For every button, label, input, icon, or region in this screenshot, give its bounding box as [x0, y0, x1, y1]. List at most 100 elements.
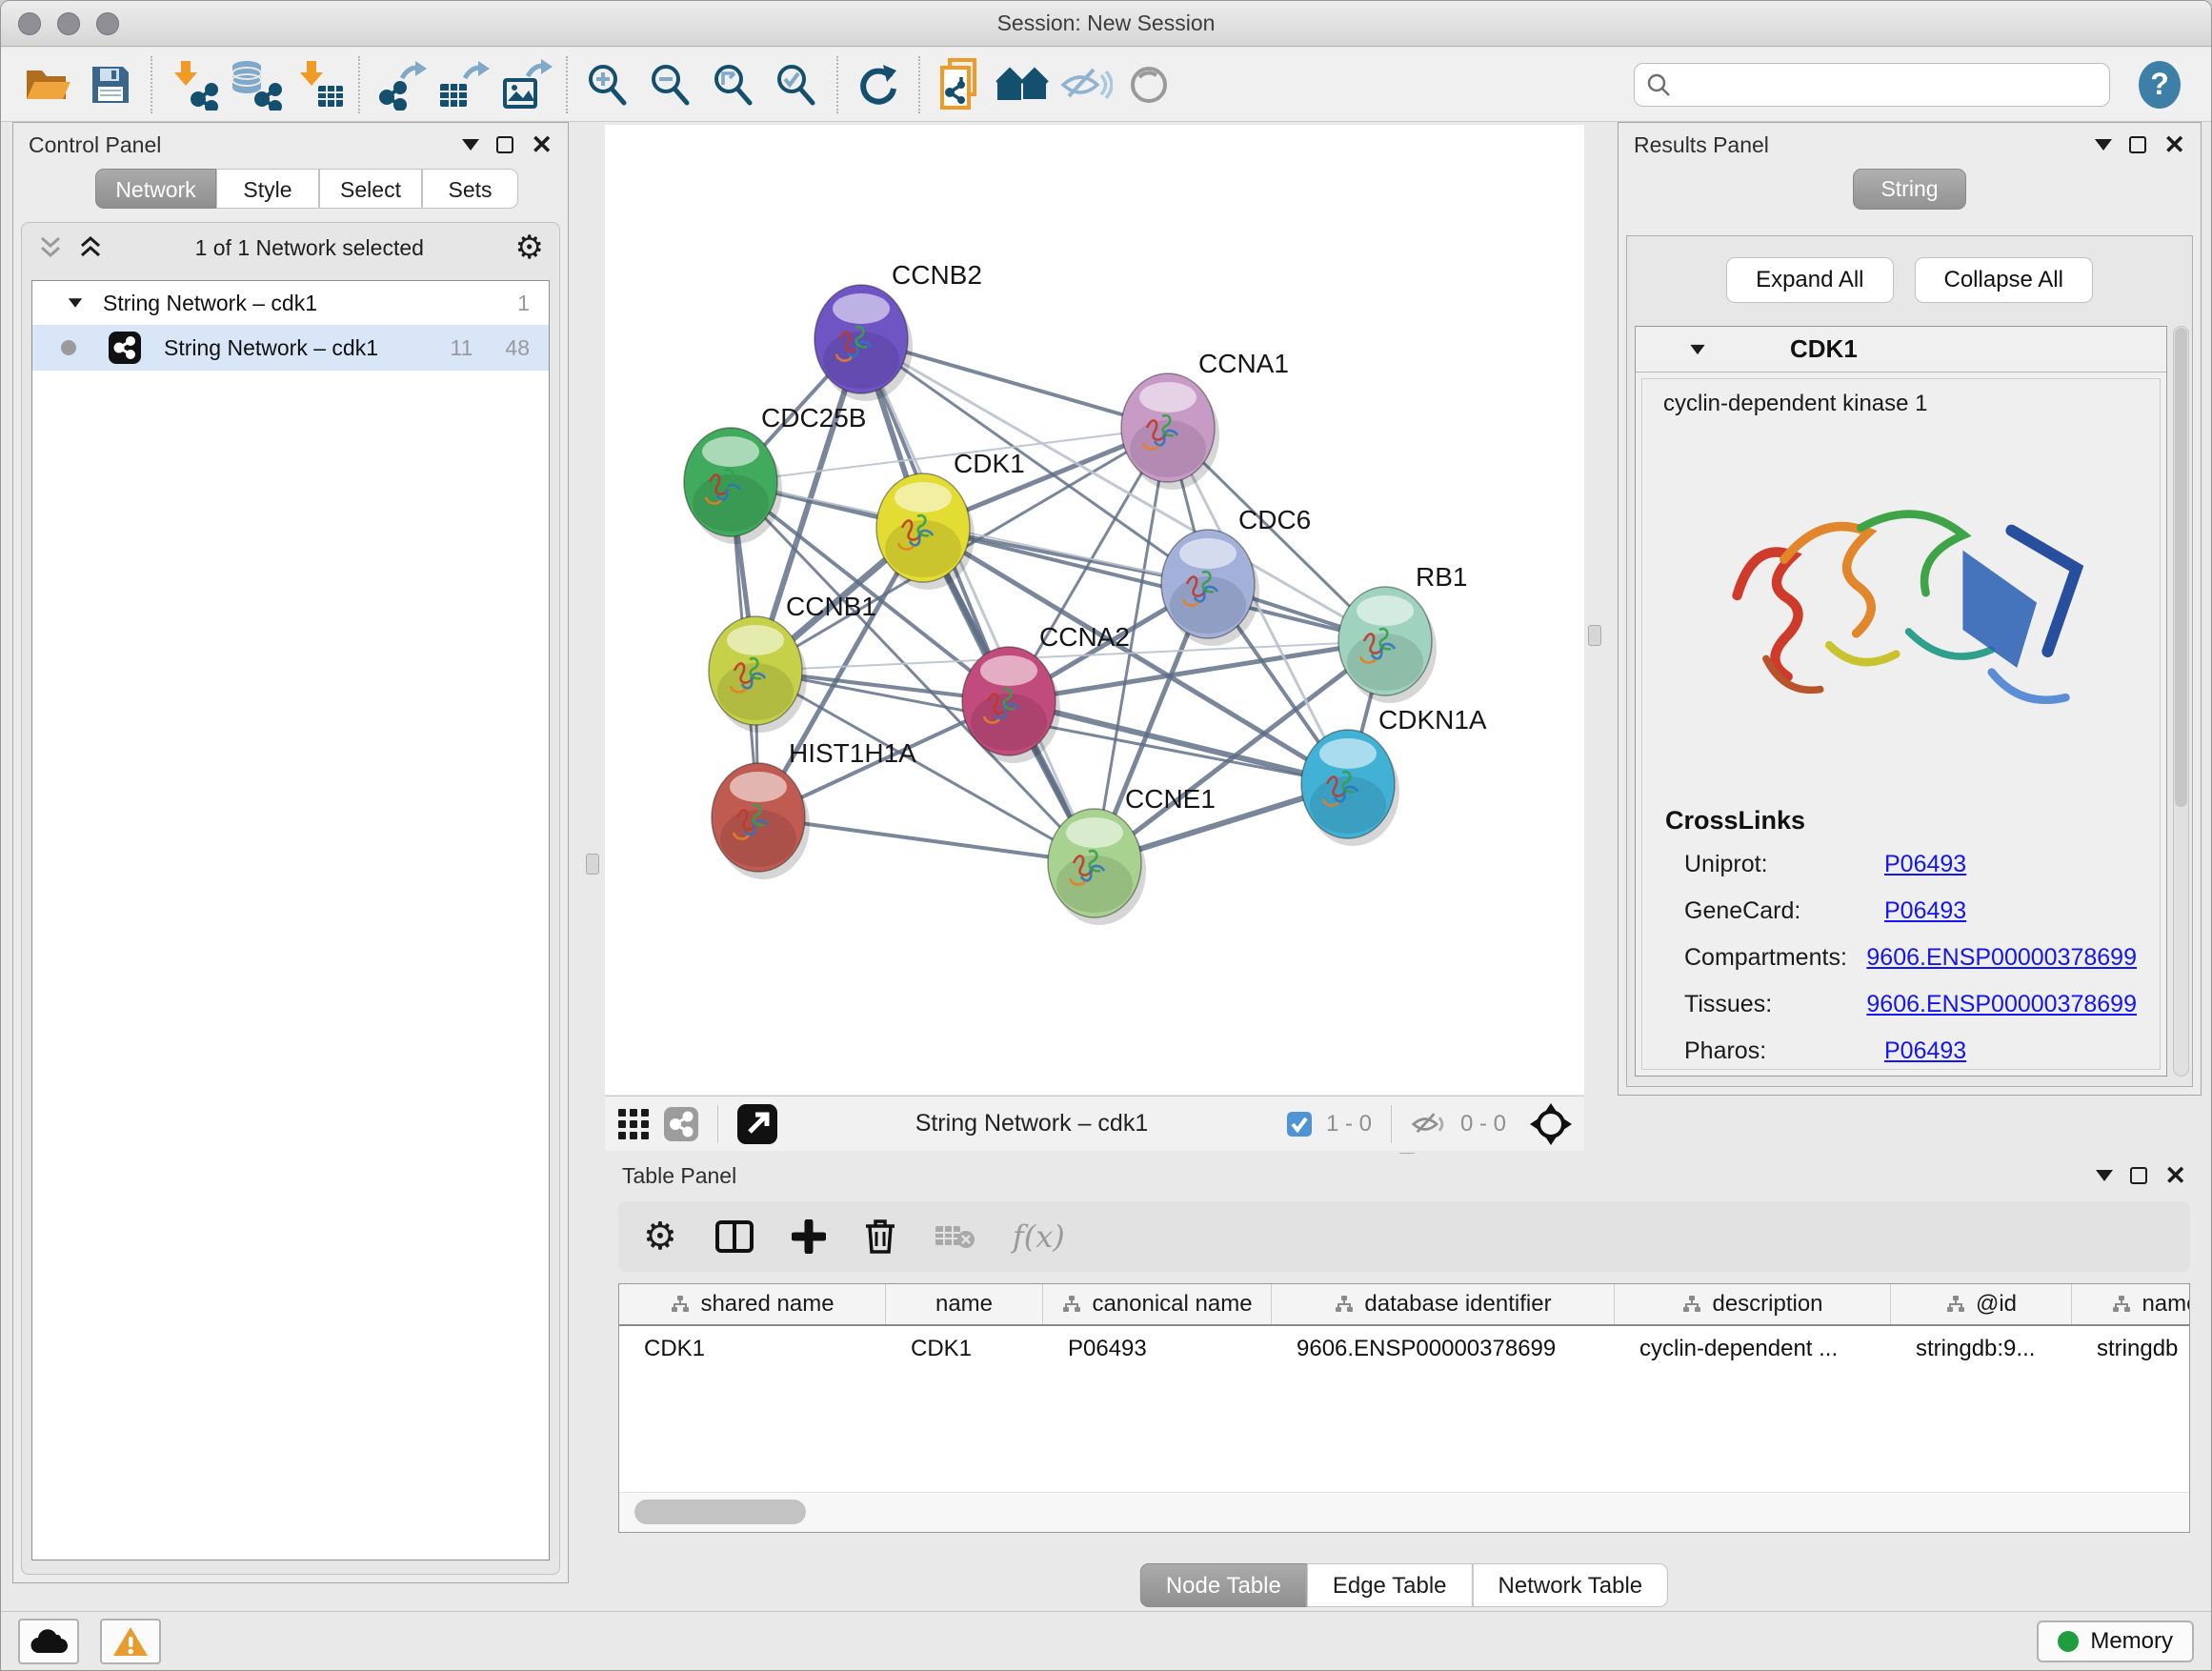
- network-node-CCNE1[interactable]: CCNE1: [1048, 784, 1216, 925]
- crosslink-link[interactable]: P06493: [1884, 1037, 1966, 1065]
- results-scrollbar-thumb[interactable]: [2175, 328, 2187, 807]
- table-cell[interactable]: stringdb:9...: [1891, 1336, 2072, 1362]
- grid-view-icon[interactable]: [616, 1107, 651, 1141]
- network-node-CCNA1[interactable]: CCNA1: [1121, 349, 1289, 490]
- network-node-CCNA2[interactable]: CCNA2: [962, 622, 1130, 763]
- delete-column-trash-icon[interactable]: [864, 1218, 896, 1255]
- export-table-button[interactable]: [432, 54, 494, 115]
- search-input[interactable]: [1680, 72, 2098, 97]
- tab-select[interactable]: Select: [319, 169, 422, 209]
- graphics-details-button[interactable]: [1055, 54, 1117, 115]
- tab-style[interactable]: Style: [216, 169, 319, 209]
- panel-menu-icon[interactable]: [2095, 139, 2112, 151]
- tab-network[interactable]: Network: [95, 169, 216, 209]
- close-panel-icon[interactable]: ✕: [531, 132, 553, 158]
- export-image-button[interactable]: [494, 54, 557, 115]
- close-panel-icon[interactable]: ✕: [2164, 1163, 2186, 1189]
- network-options-gear-icon[interactable]: ⚙: [515, 232, 544, 264]
- close-panel-icon[interactable]: ✕: [2163, 132, 2185, 158]
- tab-network-table[interactable]: Network Table: [1473, 1563, 1669, 1607]
- column-header-namespace[interactable]: namespace: [2072, 1284, 2190, 1324]
- crosslink-link[interactable]: P06493: [1884, 851, 1966, 878]
- warning-icon: [111, 1625, 150, 1658]
- zoom-fit-button[interactable]: [702, 54, 765, 115]
- collapse-all-networks-icon[interactable]: [77, 235, 104, 260]
- column-header-canonical-name[interactable]: canonical name: [1043, 1284, 1272, 1324]
- open-session-button[interactable]: [16, 54, 79, 115]
- panel-menu-icon[interactable]: [462, 139, 479, 151]
- tab-sets[interactable]: Sets: [422, 169, 518, 209]
- cloud-button[interactable]: [18, 1619, 79, 1664]
- column-header-database-identifier[interactable]: database identifier: [1272, 1284, 1615, 1324]
- right-splitter-handle[interactable]: [1588, 625, 1601, 646]
- expand-all-button[interactable]: Expand All: [1726, 257, 1893, 303]
- table-cell[interactable]: stringdb: [2072, 1336, 2190, 1362]
- table-cell[interactable]: P06493: [1043, 1336, 1272, 1362]
- create-column-plus-icon[interactable]: [792, 1219, 826, 1254]
- import-network-file-button[interactable]: [161, 54, 224, 115]
- expand-all-networks-icon[interactable]: [37, 235, 64, 260]
- save-session-button[interactable]: [79, 54, 142, 115]
- float-panel-icon[interactable]: [2129, 136, 2146, 153]
- warnings-button[interactable]: [100, 1619, 161, 1664]
- show-columns-icon[interactable]: [715, 1220, 754, 1253]
- memory-button[interactable]: Memory: [2037, 1621, 2194, 1662]
- column-header-shared-name[interactable]: shared name: [619, 1284, 886, 1324]
- network-view-mode-icon[interactable]: [664, 1107, 698, 1141]
- birdseye-toggle-button[interactable]: [1117, 54, 1180, 115]
- network-node-CDC25B[interactable]: CDC25B: [684, 403, 866, 544]
- table-hscroll-track[interactable]: [619, 1492, 2189, 1532]
- results-scrollbar[interactable]: [2173, 326, 2189, 1077]
- tab-string[interactable]: String: [1853, 169, 1965, 210]
- birdseye-crosshair-icon[interactable]: [1529, 1102, 1573, 1146]
- selected-checkbox-icon[interactable]: [1286, 1111, 1313, 1137]
- tab-edge-table[interactable]: Edge Table: [1307, 1563, 1473, 1607]
- network-node-CCNB1[interactable]: CCNB1: [709, 592, 876, 733]
- new-network-from-selection-button[interactable]: [929, 54, 992, 115]
- import-table-file-button[interactable]: [287, 54, 350, 115]
- left-splitter-handle[interactable]: [586, 854, 599, 875]
- float-panel-icon[interactable]: [2130, 1167, 2147, 1184]
- panel-menu-icon[interactable]: [2096, 1170, 2113, 1181]
- zoom-out-button[interactable]: [639, 54, 702, 115]
- network-node-CDK1[interactable]: CDK1: [876, 449, 1025, 590]
- network-node-HIST1H1A[interactable]: HIST1H1A: [712, 738, 916, 879]
- houses-button[interactable]: [992, 54, 1055, 115]
- network-node-RB1[interactable]: RB1: [1338, 562, 1467, 703]
- network-node-CCNB2[interactable]: CCNB2: [814, 260, 982, 401]
- column-header-name[interactable]: name: [886, 1284, 1043, 1324]
- refresh-button[interactable]: [847, 54, 910, 115]
- network-collection-row[interactable]: String Network – cdk1 1: [32, 281, 549, 325]
- crosslink-link[interactable]: 9606.ENSP00000378699: [1866, 944, 2137, 972]
- table-row[interactable]: CDK1CDK1P064939606.ENSP00000378699cyclin…: [619, 1326, 2189, 1372]
- table-hscroll-thumb[interactable]: [634, 1500, 806, 1524]
- table-options-gear-icon[interactable]: ⚙: [643, 1218, 677, 1256]
- crosslink-link[interactable]: P06493: [1884, 897, 1966, 925]
- column-header--id[interactable]: @id: [1891, 1284, 2072, 1324]
- function-builder-icon[interactable]: f(x): [1013, 1218, 1065, 1255]
- zoom-selected-button[interactable]: [765, 54, 828, 115]
- table-cell[interactable]: cyclin-dependent ...: [1615, 1336, 1891, 1362]
- help-button[interactable]: ?: [2133, 58, 2186, 111]
- gene-collapse-icon[interactable]: [1690, 344, 1704, 353]
- gene-card-header[interactable]: CDK1: [1636, 327, 2166, 372]
- table-cell[interactable]: CDK1: [619, 1336, 886, 1362]
- float-panel-icon[interactable]: [496, 136, 513, 153]
- table-cell[interactable]: CDK1: [886, 1336, 1043, 1362]
- collection-expand-icon[interactable]: [69, 298, 82, 308]
- export-network-button[interactable]: [369, 54, 432, 115]
- detach-view-icon[interactable]: [737, 1104, 777, 1144]
- current-network-dot: [61, 340, 76, 355]
- toolbar-separator: [358, 56, 360, 113]
- import-network-database-button[interactable]: [224, 54, 287, 115]
- crosslink-link[interactable]: 9606.ENSP00000378699: [1866, 991, 2137, 1018]
- hidden-eye-slash-icon[interactable]: [1411, 1110, 1447, 1138]
- table-cell[interactable]: 9606.ENSP00000378699: [1272, 1336, 1615, 1362]
- network-node-CDKN1A[interactable]: CDKN1A: [1301, 705, 1487, 846]
- network-row-selected[interactable]: String Network – cdk1 11 48: [32, 325, 549, 371]
- collapse-all-button[interactable]: Collapse All: [1915, 257, 2093, 303]
- column-header-description[interactable]: description: [1615, 1284, 1891, 1324]
- network-canvas[interactable]: CCNB2CCNA1CDC25BCDK1CDC6RB1CCNB1CCNA2CDK…: [605, 125, 1584, 1095]
- tab-node-table[interactable]: Node Table: [1140, 1563, 1307, 1607]
- zoom-in-button[interactable]: [576, 54, 639, 115]
